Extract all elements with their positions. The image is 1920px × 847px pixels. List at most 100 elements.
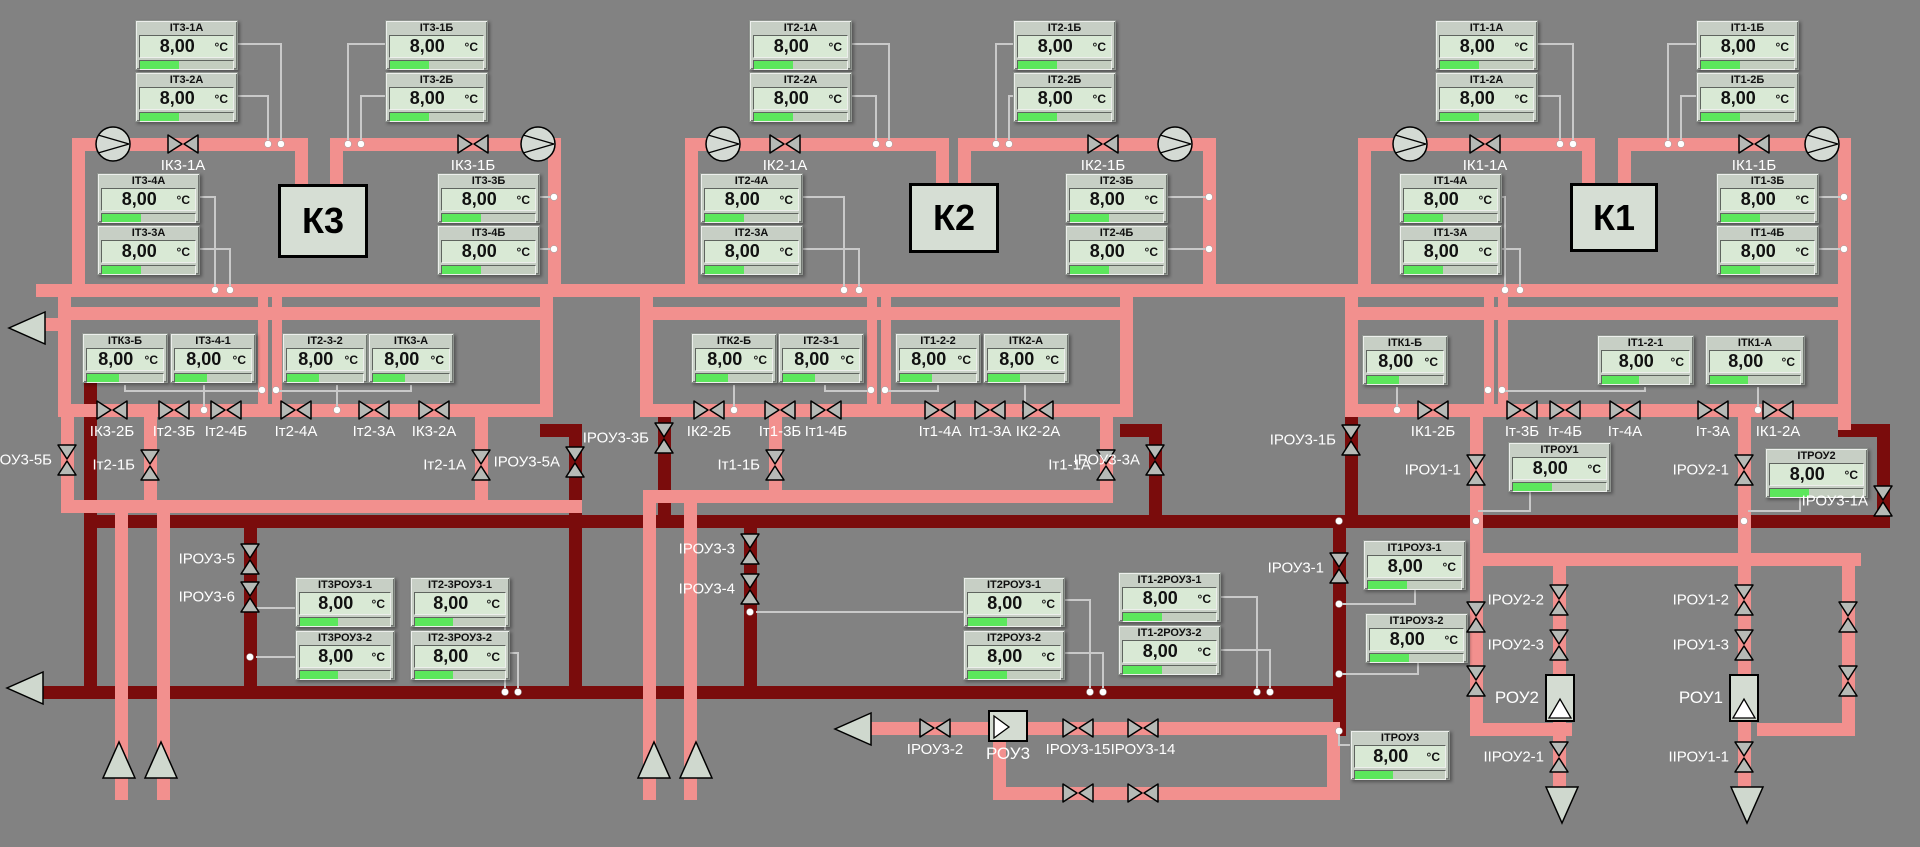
temp-display[interactable]: IТ2-2А 8,00 °C	[749, 72, 852, 122]
temp-display[interactable]: IТ2-1А 8,00 °C	[749, 20, 852, 70]
temp-display[interactable]: IТК3-А 8,00 °C	[368, 333, 454, 383]
valve[interactable]: IРОУ3-5А	[494, 445, 586, 479]
valve[interactable]: Iт2-3Б	[153, 399, 195, 440]
valve[interactable]: IРОУ2-2	[1488, 583, 1570, 617]
temp-display[interactable]: IТ3-4Б 8,00 °C	[437, 225, 540, 275]
temp-display[interactable]: IТ3-4-1 8,00 °C	[170, 333, 256, 383]
temp-display[interactable]: IТ2-3-2 8,00 °C	[282, 333, 368, 383]
temp-display[interactable]: IТ1-1Б 8,00 °C	[1696, 20, 1799, 70]
temp-display[interactable]: IТ1-3Б 8,00 °C	[1716, 173, 1819, 223]
valve[interactable]	[1465, 664, 1487, 698]
valve[interactable]: IРОУ3-6	[179, 580, 261, 614]
temp-display[interactable]: IТ1-2А 8,00 °C	[1435, 72, 1538, 122]
temp-display[interactable]: IТК2-А 8,00 °C	[983, 333, 1069, 383]
temp-display[interactable]: IТ2РОУ3-1 8,00 °C	[963, 577, 1065, 627]
collector-box[interactable]: К1	[1570, 183, 1658, 252]
valve[interactable]: IК1-1Б	[1732, 133, 1776, 174]
temp-display[interactable]: IТ3РОУ3-2 8,00 °C	[295, 630, 395, 680]
valve[interactable]: IК1-1А	[1463, 133, 1507, 174]
valve[interactable]: Iт-4А	[1608, 399, 1642, 440]
valve[interactable]	[1126, 782, 1160, 804]
valve[interactable]: Iт-3Б	[1505, 399, 1539, 440]
pump[interactable]	[94, 125, 132, 163]
valve[interactable]: IРОУ3-3Б	[583, 421, 675, 455]
valve[interactable]: IРОУ3-3А	[1074, 443, 1166, 477]
valve[interactable]: IIРОУ1-1	[1668, 740, 1755, 774]
valve[interactable]: IРОУ3-5	[179, 542, 261, 576]
temp-display[interactable]: IТ2-4Б 8,00 °C	[1065, 225, 1168, 275]
temp-display[interactable]: IТ3-3Б 8,00 °C	[437, 173, 540, 223]
valve[interactable]: Iт2-4Б	[205, 399, 247, 440]
temp-display[interactable]: IТ2-1Б 8,00 °C	[1013, 20, 1116, 70]
valve[interactable]: IК3-2А	[412, 399, 456, 440]
temp-display[interactable]: IТРОУ1 8,00 °C	[1508, 442, 1611, 492]
temp-display[interactable]: IТ3-4А 8,00 °C	[97, 173, 200, 223]
valve[interactable]: IРОУ3-1	[1268, 551, 1350, 585]
valve[interactable]: IРОУ3-2	[907, 717, 963, 758]
valve[interactable]: IРОУ3-1Б	[1270, 423, 1362, 457]
valve[interactable]: IК2-2А	[1016, 399, 1060, 440]
rou-unit[interactable]: РОУ3	[986, 710, 1030, 763]
temp-display[interactable]: IТРОУ3 8,00 °C	[1350, 730, 1450, 780]
valve[interactable]: IРОУ1-2	[1673, 583, 1755, 617]
temp-display[interactable]: IТ1-4А 8,00 °C	[1399, 173, 1502, 223]
pump[interactable]	[1391, 125, 1429, 163]
temp-display[interactable]: IТ2-3Б 8,00 °C	[1065, 173, 1168, 223]
pump[interactable]	[1156, 125, 1194, 163]
temp-display[interactable]: IТ3-2Б 8,00 °C	[385, 72, 488, 122]
temp-display[interactable]: IТ1РОУ3-2 8,00 °C	[1365, 613, 1468, 663]
valve[interactable]: IРОУ2-3	[1488, 628, 1570, 662]
temp-display[interactable]: IТ2-4А 8,00 °C	[700, 173, 803, 223]
temp-display[interactable]: IТ2-2Б 8,00 °C	[1013, 72, 1116, 122]
valve[interactable]: IК3-1А	[161, 133, 205, 174]
valve[interactable]: IК3-2Б	[90, 399, 134, 440]
valve[interactable]: IРОУ3-4	[679, 572, 761, 606]
valve[interactable]: IРОУ3-15	[1046, 717, 1110, 758]
temp-display[interactable]: IТ3РОУ3-1 8,00 °C	[295, 577, 395, 627]
temp-display[interactable]: IТ1-1А 8,00 °C	[1435, 20, 1538, 70]
valve[interactable]	[1465, 600, 1487, 634]
temp-display[interactable]: IТ1-2РОУ3-2 8,00 °C	[1118, 625, 1221, 675]
temp-display[interactable]: IТ1РОУ3-1 8,00 °C	[1363, 540, 1466, 590]
valve[interactable]: IРОУ3-3	[679, 532, 761, 566]
valve[interactable]: Iт1-1Б	[717, 448, 786, 482]
valve[interactable]: Iт1-3А	[969, 399, 1011, 440]
temp-display[interactable]: IТ2-3А 8,00 °C	[700, 225, 803, 275]
collector-box[interactable]: К2	[909, 183, 999, 253]
temp-display[interactable]: IТК3-Б 8,00 °C	[82, 333, 168, 383]
temp-display[interactable]: IТ3-2А 8,00 °C	[135, 72, 238, 122]
temp-display[interactable]: IТ2-3РОУ3-1 8,00 °C	[410, 577, 510, 627]
valve[interactable]: IРОУ3-14	[1111, 717, 1175, 758]
temp-display[interactable]: IТ1-4Б 8,00 °C	[1716, 225, 1819, 275]
valve[interactable]: Iт2-1А	[423, 448, 492, 482]
valve[interactable]	[1061, 782, 1095, 804]
rou-unit[interactable]: РОУ1	[1679, 674, 1759, 722]
valve[interactable]: Iт2-4А	[275, 399, 317, 440]
temp-display[interactable]: IТК1-Б 8,00 °C	[1362, 335, 1448, 385]
valve[interactable]: IРОУ2-1	[1673, 453, 1755, 487]
temp-display[interactable]: IТ3-1Б 8,00 °C	[385, 20, 488, 70]
temp-display[interactable]: IТ1-3А 8,00 °C	[1399, 225, 1502, 275]
rou-unit[interactable]: РОУ2	[1495, 674, 1575, 722]
valve[interactable]: Iт1-4Б	[805, 399, 847, 440]
collector-box[interactable]: К3	[278, 184, 368, 258]
temp-display[interactable]: IТ1-2-1 8,00 °C	[1597, 335, 1694, 385]
temp-display[interactable]: IТ2-3-1 8,00 °C	[778, 333, 864, 383]
valve[interactable]: IК2-1Б	[1081, 133, 1125, 174]
temp-display[interactable]: IТ2-3РОУ3-2 8,00 °C	[410, 630, 510, 680]
valve[interactable]: IК1-2А	[1756, 399, 1800, 440]
temp-display[interactable]: IТК1-А 8,00 °C	[1705, 335, 1805, 385]
valve[interactable]: IК2-2Б	[687, 399, 731, 440]
valve[interactable]: IК3-1Б	[451, 133, 495, 174]
pump[interactable]	[1803, 125, 1841, 163]
valve[interactable]: IК1-2Б	[1411, 399, 1455, 440]
valve[interactable]: Iт-3А	[1696, 399, 1730, 440]
valve[interactable]: IРОУ3-1А	[1802, 484, 1894, 518]
valve[interactable]: IРОУ3-5Б	[0, 443, 78, 477]
temp-display[interactable]: IТ1-2-2 8,00 °C	[895, 333, 981, 383]
temp-display[interactable]: IТРОУ2 8,00 °C	[1765, 448, 1868, 498]
valve[interactable]	[1837, 600, 1859, 634]
temp-display[interactable]: IТ1-2Б 8,00 °C	[1696, 72, 1799, 122]
valve[interactable]: Iт1-4А	[919, 399, 961, 440]
valve[interactable]	[1837, 664, 1859, 698]
